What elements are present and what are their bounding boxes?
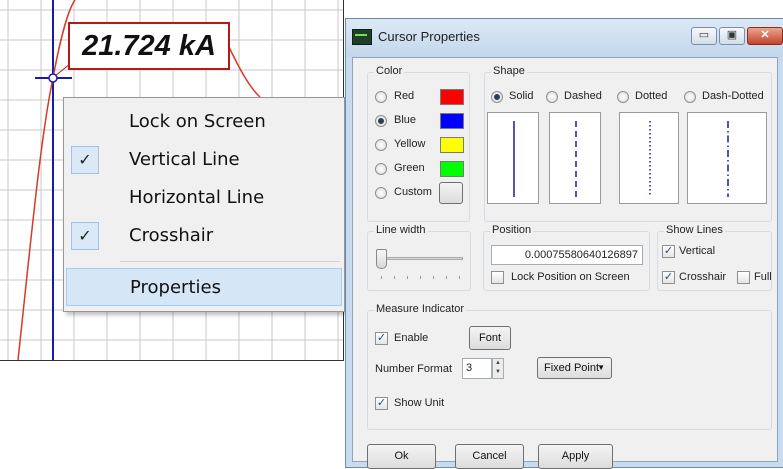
show-unit-label: Show Unit [394, 397, 445, 409]
preview-dashed[interactable] [549, 112, 601, 204]
number-format-input[interactable]: 3 [462, 358, 492, 379]
shape-label-solid: Solid [509, 90, 534, 102]
radio-shape-dash-dotted[interactable] [684, 91, 696, 103]
radio-shape-dotted[interactable] [617, 91, 629, 103]
radio-color-yellow[interactable] [375, 139, 387, 151]
radio-color-custom[interactable] [375, 187, 387, 199]
checkmark-icon: ✓ [71, 146, 99, 174]
shape-label-dash-dotted: Dash-Dotted [702, 90, 764, 102]
group-title: Line width [374, 224, 428, 236]
menu-separator [120, 261, 340, 262]
radio-color-green[interactable] [375, 163, 387, 175]
preview-dash-dotted[interactable] [687, 112, 767, 204]
swatch-yellow [440, 137, 464, 153]
menu-item-label: Lock on Screen [129, 111, 266, 132]
menu-item-horizontal-line[interactable]: Horizontal Line [66, 179, 342, 217]
lock-position-checkbox[interactable] [491, 271, 504, 284]
shape-label-dotted: Dotted [635, 90, 668, 102]
swatch-red [440, 89, 464, 105]
enable-label: Enable [394, 332, 429, 344]
custom-color-button[interactable] [439, 182, 463, 204]
menu-item-properties[interactable]: Properties [66, 268, 342, 306]
menu-item-crosshair[interactable]: ✓ Crosshair [66, 217, 342, 255]
line-width-slider-track[interactable] [377, 257, 463, 260]
color-label-blue: Blue [394, 114, 417, 126]
position-input[interactable]: 0.00075580640126897 [491, 245, 643, 265]
menu-item-label: Crosshair [129, 225, 214, 246]
crosshair-checkbox[interactable]: ✓ [662, 271, 675, 284]
color-label-custom: Custom [394, 186, 432, 198]
dropdown-arrow-icon: ▼ [597, 363, 605, 372]
checkmark-icon: ✓ [71, 222, 99, 250]
minimize-button[interactable]: ▭ [691, 27, 717, 45]
color-label-red: Red [394, 90, 415, 102]
close-button[interactable]: ✕ [747, 27, 783, 45]
slider-ticks [381, 276, 461, 279]
cursor-context-menu: Lock on Screen ✓ Vertical Line Horizonta… [63, 97, 345, 312]
group-title: Position [490, 224, 534, 236]
vertical-label: Vertical [679, 245, 716, 257]
font-button[interactable]: Font [469, 326, 511, 350]
group-title: Shape [491, 65, 527, 77]
number-format-label: Number Format [375, 363, 453, 375]
radio-color-red[interactable] [375, 91, 387, 103]
show-unit-checkbox[interactable]: ✓ [375, 397, 388, 410]
group-title: Color [374, 65, 405, 77]
menu-item-label: Horizontal Line [129, 187, 265, 208]
dialog-title: Cursor Properties [378, 29, 480, 44]
group-title: Show Lines [664, 224, 725, 236]
format-select[interactable]: Fixed Point ▼ [537, 357, 612, 379]
full-checkbox[interactable] [737, 271, 750, 284]
cursor-properties-dialog: Cursor Properties ▭ ▣ ✕ Color Red Blue Y… [345, 18, 783, 469]
menu-item-lock-on-screen[interactable]: Lock on Screen [66, 103, 342, 141]
radio-shape-dashed[interactable] [546, 91, 558, 103]
lock-position-label: Lock Position on Screen [511, 271, 630, 283]
cancel-button[interactable]: Cancel [455, 444, 524, 469]
preview-dotted[interactable] [619, 112, 679, 204]
format-select-value: Fixed Point [544, 362, 600, 374]
swatch-blue [440, 113, 464, 129]
dialog-titlebar[interactable]: Cursor Properties ▭ ▣ ✕ [346, 19, 783, 57]
number-format-spinner[interactable]: ▲ ▼ [492, 358, 504, 379]
preview-solid[interactable] [487, 112, 539, 204]
enable-checkbox[interactable]: ✓ [375, 332, 388, 345]
menu-item-label: Properties [130, 277, 221, 298]
radio-color-blue[interactable] [375, 115, 387, 127]
menu-item-label: Vertical Line [129, 149, 240, 170]
menu-item-vertical-line[interactable]: ✓ Vertical Line [66, 141, 342, 179]
color-label-green: Green [394, 162, 425, 174]
app-icon [352, 29, 372, 45]
cursor-marker[interactable] [48, 73, 58, 83]
group-title: Measure Indicator [374, 303, 467, 315]
waveform-curve-right [227, 44, 261, 98]
apply-button[interactable]: Apply [538, 444, 613, 469]
radio-shape-solid[interactable] [491, 91, 503, 103]
line-width-slider-thumb[interactable] [376, 249, 387, 269]
shape-label-dashed: Dashed [564, 90, 602, 102]
swatch-green [440, 161, 464, 177]
measure-indicator-label: 21.724 kA [68, 22, 230, 70]
dialog-client-area: Color Red Blue Yellow Green Custom Shape… [352, 57, 778, 469]
ok-button[interactable]: Ok [367, 444, 436, 469]
maximize-button[interactable]: ▣ [719, 27, 745, 45]
color-label-yellow: Yellow [394, 138, 426, 150]
crosshair-label: Crosshair [679, 271, 727, 283]
vertical-checkbox[interactable]: ✓ [662, 245, 675, 258]
full-label: Full [754, 271, 772, 283]
